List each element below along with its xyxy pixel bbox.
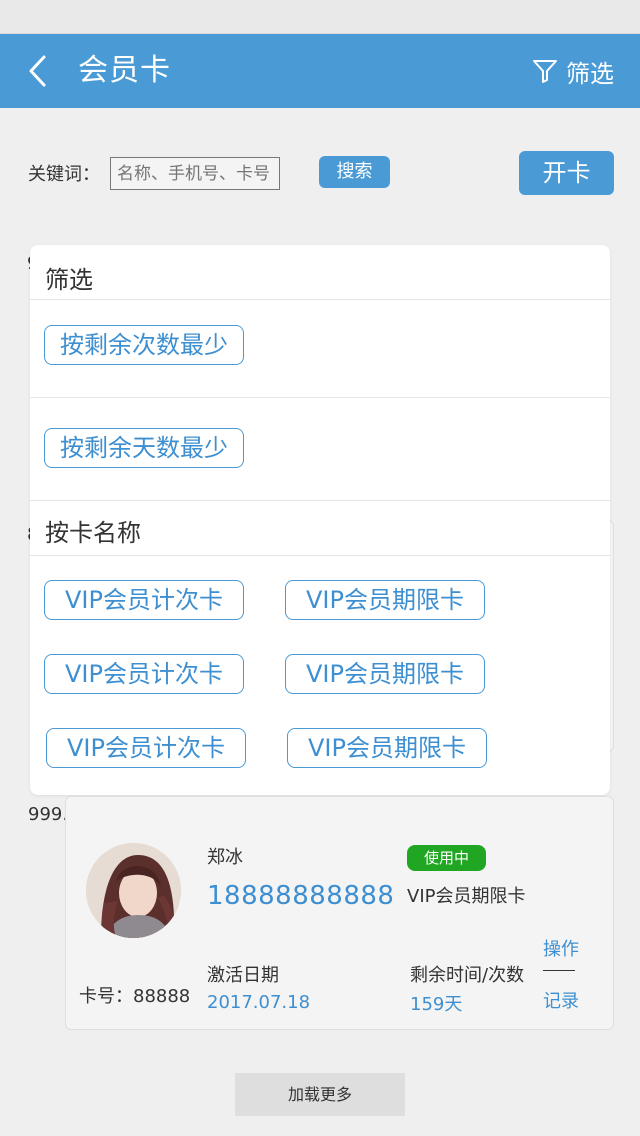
card-name-chip[interactable]: VIP会员期限卡	[287, 728, 487, 768]
filter-button[interactable]: 筛选	[532, 52, 614, 90]
member-card[interactable]: 郑冰 18888888888 使用中 VIP会员期限卡 卡号：88888 激活日…	[65, 796, 614, 1030]
card-name-chip[interactable]: VIP会员期限卡	[285, 654, 485, 694]
divider	[543, 970, 575, 971]
remaining-label: 剩余时间/次数	[410, 965, 525, 986]
top-nav-bar: 会员卡 筛选	[0, 34, 640, 108]
status-badge: 使用中	[407, 845, 486, 871]
obscured-value: 999.	[28, 804, 69, 825]
sort-by-remaining-days-chip[interactable]: 按剩余天数最少	[44, 428, 244, 468]
status-bar	[0, 0, 640, 34]
open-card-button[interactable]: 开卡	[519, 151, 614, 195]
page-title: 会员卡	[78, 53, 171, 88]
filter-panel-title: 筛选	[45, 266, 93, 294]
operate-link[interactable]: 操作	[543, 935, 579, 961]
back-button[interactable]	[22, 52, 58, 90]
search-button[interactable]: 搜索	[319, 156, 390, 188]
sort-by-remaining-count-chip[interactable]: 按剩余次数最少	[44, 325, 244, 365]
funnel-icon	[533, 60, 557, 83]
divider	[30, 555, 610, 556]
load-more-button[interactable]: 加载更多	[235, 1073, 405, 1116]
member-name: 郑冰	[207, 847, 243, 868]
chevron-left-icon	[29, 55, 46, 87]
record-link[interactable]: 记录	[543, 987, 579, 1013]
card-name-section-title: 按卡名称	[45, 519, 141, 547]
activation-date-label: 激活日期	[207, 965, 279, 986]
divider	[30, 500, 610, 501]
card-name-chip[interactable]: VIP会员期限卡	[285, 580, 485, 620]
member-phone: 18888888888	[207, 881, 395, 911]
card-name-chip[interactable]: VIP会员计次卡	[44, 580, 244, 620]
avatar	[86, 843, 181, 938]
remaining-value: 159天	[410, 994, 463, 1015]
card-name-chip[interactable]: VIP会员计次卡	[44, 654, 244, 694]
divider	[30, 299, 610, 300]
activation-date: 2017.07.18	[207, 992, 311, 1013]
card-type: VIP会员期限卡	[407, 886, 526, 907]
divider	[30, 397, 610, 398]
keyword-label: 关键词：	[28, 164, 100, 185]
keyword-input[interactable]	[110, 157, 280, 190]
search-row: 关键词： 搜索 开卡	[28, 150, 618, 200]
card-number: 卡号：88888	[79, 986, 191, 1007]
filter-label: 筛选	[566, 59, 614, 88]
card-name-chip[interactable]: VIP会员计次卡	[46, 728, 246, 768]
filter-panel: 筛选 按剩余次数最少 按剩余天数最少 按卡名称 VIP会员计次卡 VIP会员期限…	[30, 245, 610, 795]
